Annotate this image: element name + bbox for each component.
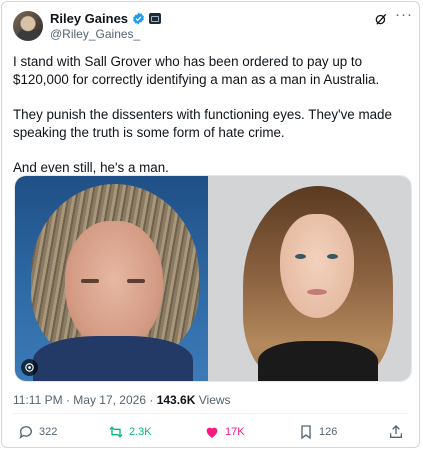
photo-face — [280, 214, 354, 318]
bookmark-button[interactable]: 126 — [298, 424, 337, 440]
affiliate-badge-icon — [149, 13, 162, 24]
grok-icon[interactable] — [374, 12, 388, 26]
author-name[interactable]: Riley Gaines — [50, 11, 128, 26]
reply-icon — [19, 426, 32, 439]
views-label: Views — [198, 393, 231, 407]
media-photo-right[interactable] — [208, 176, 411, 381]
more-icon[interactable]: ··· — [395, 7, 413, 23]
reply-button[interactable]: 322 — [18, 424, 57, 440]
photo-eye — [295, 254, 306, 259]
tweet-card: Riley Gaines @Riley_Gaines_ ··· I stand … — [1, 1, 420, 448]
views-count: 143.6K — [156, 393, 196, 407]
reply-count: 322 — [39, 426, 58, 438]
photo-shirt — [33, 336, 193, 381]
avatar[interactable] — [13, 11, 43, 41]
repost-icon — [109, 426, 123, 438]
share-button[interactable] — [388, 424, 404, 440]
author-row: Riley Gaines — [50, 11, 162, 26]
bookmark-count: 126 — [319, 426, 338, 438]
share-icon — [390, 425, 402, 438]
media-photo-left[interactable] — [15, 176, 208, 381]
divider — [13, 413, 408, 414]
like-button[interactable]: 17K — [204, 424, 245, 440]
photo-eye — [81, 279, 99, 283]
verified-badge-icon — [133, 12, 144, 25]
tweet-text: I stand with Sall Grover who has been or… — [13, 53, 413, 194]
repost-button[interactable]: 2.3K — [108, 424, 152, 440]
photo-clothing — [258, 341, 378, 381]
bookmark-icon — [301, 425, 311, 440]
photo-lips — [307, 289, 327, 295]
alt-badge-icon[interactable] — [21, 359, 38, 376]
tweet-paragraph-2: They punish the dissenters with function… — [13, 107, 392, 140]
action-bar: 322 2.3K 17K 126 — [2, 424, 421, 444]
tweet-media[interactable] — [14, 175, 412, 382]
repost-count: 2.3K — [129, 426, 152, 438]
tweet-date[interactable]: May 17, 2026 — [73, 393, 146, 407]
like-icon — [206, 427, 218, 438]
photo-eye — [327, 254, 338, 259]
photo-eye — [127, 279, 145, 283]
like-count: 17K — [225, 426, 245, 438]
tweet-paragraph-1: I stand with Sall Grover who has been or… — [13, 54, 380, 87]
meta-separator: · — [149, 393, 157, 407]
tweet-time[interactable]: 11:11 PM — [13, 393, 63, 407]
tweet-meta: 11:11 PM · May 17, 2026 · 143.6K Views — [13, 393, 231, 407]
photo-face — [65, 221, 163, 351]
author-handle[interactable]: @Riley_Gaines_ — [50, 27, 140, 41]
